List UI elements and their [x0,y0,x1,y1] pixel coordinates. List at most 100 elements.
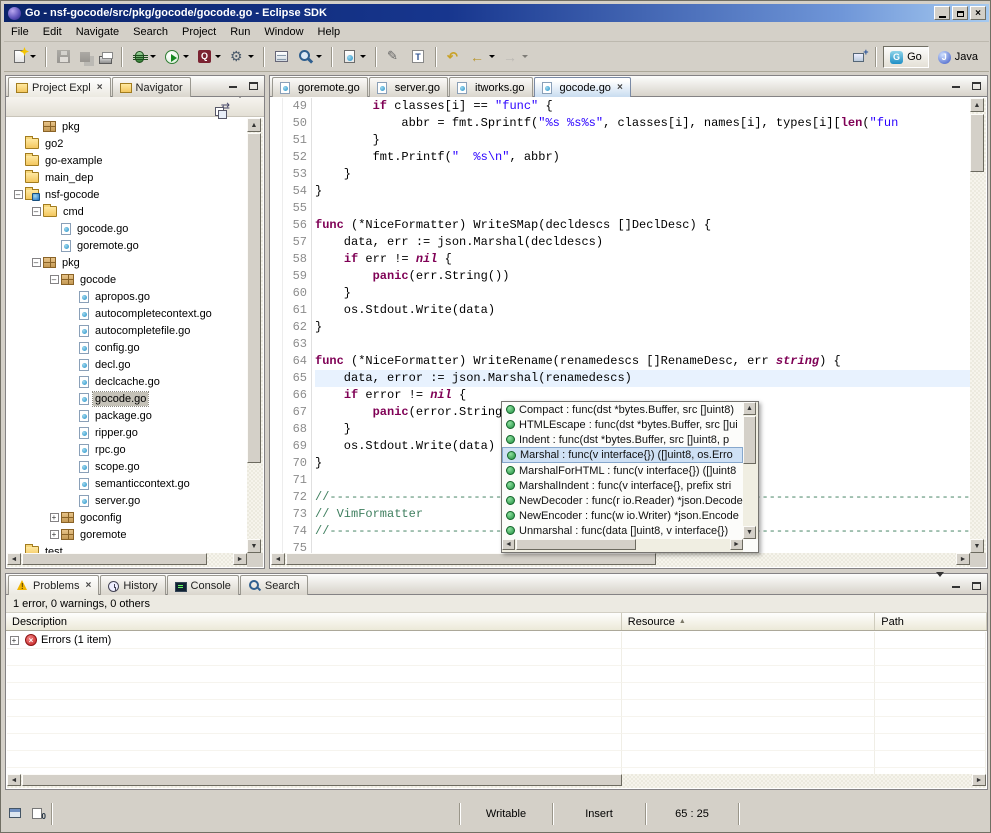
editor-tab-server-go[interactable]: server.go [369,77,448,97]
editor-horizontal-scrollbar[interactable]: ◄ ► [271,553,970,567]
new-button[interactable] [9,45,39,69]
completion-item[interactable]: HTMLEscape : func(dst *bytes.Buffer, src… [502,417,743,432]
menu-window[interactable]: Window [257,24,310,40]
tree-item-pkg[interactable]: –pkg [7,254,247,271]
tree-item-scope-go[interactable]: scope.go [7,458,247,475]
expander-icon[interactable]: – [11,190,25,199]
search-button[interactable] [294,45,325,69]
open-type-button[interactable] [407,45,429,69]
coverage-dropdown-icon[interactable] [215,55,221,58]
tree-item-server-go[interactable]: server.go [7,492,247,509]
minimize-button[interactable] [934,6,950,20]
mark-occurrences-button[interactable] [383,45,405,69]
close-button[interactable]: × [970,6,986,20]
tab-search[interactable]: Search [240,575,308,595]
completion-item[interactable]: NewEncoder : func(w io.Writer) *json.Enc… [502,508,743,523]
tree-item-autocompletefile-go[interactable]: autocompletefile.go [7,322,247,339]
completion-item[interactable]: Compact : func(dst *bytes.Buffer, src []… [502,402,743,417]
last-edit-location-button[interactable] [443,45,465,69]
title-bar[interactable]: Go - nsf-gocode/src/pkg/gocode/gocode.go… [4,4,989,22]
scroll-thumb[interactable] [516,539,636,550]
tree-item-test[interactable]: test [7,543,247,553]
completion-item[interactable]: Marshal : func(v interface{}) ([]uint8, … [502,447,743,463]
expander-icon[interactable]: + [7,636,21,645]
perspective-java[interactable]: Java [931,46,985,68]
editor-tab-gocode-go[interactable]: gocode.go× [534,77,631,97]
popup-horizontal-scrollbar[interactable]: ◄ ► [502,539,743,552]
editor-tab-goremote-go[interactable]: goremote.go [272,77,368,97]
tab-project-expl[interactable]: Project Expl× [8,77,111,97]
editor-vertical-scrollbar[interactable]: ▲ ▼ [970,98,986,553]
tab-navigator[interactable]: Navigator [112,77,191,97]
minimize-view-button[interactable] [225,79,241,93]
completion-item[interactable]: Unmarshal : func(data []uint8, v interfa… [502,523,743,538]
task-indicator-button[interactable] [29,806,47,822]
fast-view-button[interactable] [7,806,25,822]
menu-project[interactable]: Project [175,24,223,40]
tree-item-gocode-go[interactable]: gocode.go [7,390,247,407]
tree-item-config-go[interactable]: config.go [7,339,247,356]
tab-history[interactable]: History [100,575,165,595]
scroll-thumb[interactable] [286,553,656,565]
debug-button[interactable] [129,45,159,69]
scroll-up-icon[interactable]: ▲ [743,402,756,415]
scroll-thumb[interactable] [743,416,756,464]
forward-dropdown-icon[interactable] [522,55,528,58]
close-tab-icon[interactable]: × [97,82,103,93]
view-menu-button[interactable] [236,98,244,116]
minimize-editor-button[interactable] [948,79,964,93]
back-button[interactable] [467,45,498,69]
explorer-vertical-scrollbar[interactable]: ▲ ▼ [247,118,263,553]
tab-problems[interactable]: Problems× [8,575,99,595]
minimize-problems-button[interactable] [948,579,964,593]
tree-item-apropos-go[interactable]: apropos.go [7,288,247,305]
open-perspective-button[interactable] [847,46,869,68]
tree-item-gocode-go[interactable]: gocode.go [7,220,247,237]
scroll-up-icon[interactable]: ▲ [247,118,261,132]
restore-button[interactable] [952,6,968,20]
tree-item-rpc-go[interactable]: rpc.go [7,441,247,458]
problem-row[interactable]: +Errors (1 item) [7,632,986,649]
save-all-button[interactable] [76,45,94,69]
scroll-right-icon[interactable]: ► [972,774,986,786]
tree-item-go-example[interactable]: go-example [7,152,247,169]
editor-tab-itworks-go[interactable]: itworks.go [449,77,533,97]
expander-icon[interactable]: – [29,258,43,267]
debug-dropdown-icon[interactable] [150,55,156,58]
scroll-left-icon[interactable]: ◄ [271,553,285,565]
close-tab-icon[interactable]: × [617,82,623,93]
column-header-resource[interactable]: Resource▲ [622,613,875,630]
scroll-down-icon[interactable]: ▼ [247,539,261,553]
completion-item[interactable]: MarshalIndent : func(v interface{}, pref… [502,478,743,493]
scroll-right-icon[interactable]: ► [233,553,247,565]
tab-console[interactable]: Console [167,575,239,595]
scroll-thumb[interactable] [247,133,261,463]
tree-item-goremote[interactable]: +goremote [7,526,247,543]
menu-search[interactable]: Search [126,24,175,40]
menu-navigate[interactable]: Navigate [69,24,126,40]
maximize-problems-button[interactable] [968,579,984,593]
back-dropdown-icon[interactable] [489,55,495,58]
tree-item-nsf-gocode[interactable]: –nsf-gocode [7,186,247,203]
problems-horizontal-scrollbar[interactable]: ◄ ► [7,774,986,788]
forward-button[interactable] [500,45,531,69]
tree-item-decl-go[interactable]: decl.go [7,356,247,373]
scroll-left-icon[interactable]: ◄ [7,553,21,565]
run-button[interactable] [161,45,192,69]
expander-icon[interactable]: – [47,275,61,284]
problems-menu-button[interactable] [936,577,944,595]
external-tools-button[interactable] [226,45,257,69]
save-button[interactable] [53,45,74,69]
open-task-button[interactable] [271,45,292,69]
run-dropdown-icon[interactable] [183,55,189,58]
tree-item-goconfig[interactable]: +goconfig [7,509,247,526]
expander-icon[interactable]: + [47,530,61,539]
new-dropdown-icon[interactable] [30,55,36,58]
coverage-button[interactable] [194,45,224,69]
menu-file[interactable]: File [4,24,36,40]
tree-item-pkg[interactable]: pkg [7,118,247,135]
tree-item-gocode[interactable]: –gocode [7,271,247,288]
completion-item[interactable]: Indent : func(dst *bytes.Buffer, src []u… [502,432,743,447]
expander-icon[interactable]: + [47,513,61,522]
tree-item-goremote-go[interactable]: goremote.go [7,237,247,254]
